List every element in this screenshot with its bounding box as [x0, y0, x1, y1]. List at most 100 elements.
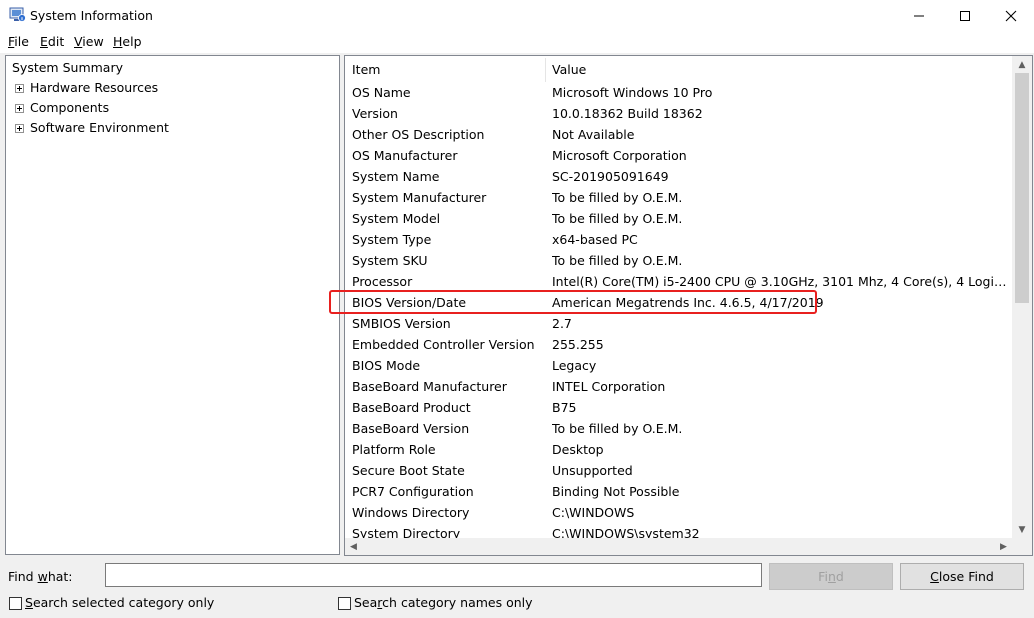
row-value-cell: B75: [552, 400, 577, 415]
close-window-button[interactable]: [988, 0, 1034, 31]
scroll-up-icon[interactable]: ▲: [1012, 56, 1032, 73]
row-value-cell: To be filled by O.E.M.: [552, 190, 683, 205]
table-row[interactable]: BIOS Mode Legacy: [345, 356, 1012, 377]
close-find-button[interactable]: Close Find: [900, 563, 1024, 590]
row-value-cell: SC-201905091649: [552, 169, 669, 184]
row-item-cell: System Name: [352, 169, 440, 184]
row-item-cell: BIOS Mode: [352, 358, 421, 373]
row-item-cell: System SKU: [352, 253, 428, 268]
row-value-cell: To be filled by O.E.M.: [552, 253, 683, 268]
row-item-cell: BaseBoard Product: [352, 400, 471, 415]
table-row[interactable]: OS Manufacturer Microsoft Corporation: [345, 146, 1012, 167]
table-row[interactable]: Secure Boot State Unsupported: [345, 461, 1012, 482]
row-item-cell: System Manufacturer: [352, 190, 487, 205]
table-row[interactable]: System Name SC-201905091649: [345, 167, 1012, 188]
tree-item-components[interactable]: Components: [30, 99, 109, 117]
row-item-cell: System Type: [352, 232, 432, 247]
row-value-cell: Microsoft Corporation: [552, 148, 687, 163]
column-header-value[interactable]: Value: [552, 62, 586, 77]
table-row[interactable]: System SKU To be filled by O.E.M.: [345, 251, 1012, 272]
table-row[interactable]: BaseBoard Manufacturer INTEL Corporation: [345, 377, 1012, 398]
minimize-button[interactable]: [896, 0, 942, 31]
row-value-cell: To be filled by O.E.M.: [552, 211, 683, 226]
row-value-cell: Intel(R) Core(TM) i5-2400 CPU @ 3.10GHz,…: [552, 274, 1008, 289]
row-value-cell: Binding Not Possible: [552, 484, 680, 499]
column-header-item[interactable]: Item: [352, 62, 380, 77]
maximize-icon: [960, 10, 970, 21]
menu-edit[interactable]: Edit: [40, 34, 64, 49]
table-row[interactable]: Processor Intel(R) Core(TM) i5-2400 CPU @…: [345, 272, 1012, 293]
table-row[interactable]: PCR7 Configuration Binding Not Possible: [345, 482, 1012, 503]
search-names-label[interactable]: Search category names only: [354, 595, 533, 610]
row-item-cell: BIOS Version/Date: [352, 295, 467, 310]
tree-item-hardware-resources[interactable]: Hardware Resources: [30, 79, 158, 97]
table-row[interactable]: BaseBoard Product B75: [345, 398, 1012, 419]
row-item-cell: Platform Role: [352, 442, 436, 457]
row-item-cell: Processor: [352, 274, 413, 289]
table-row[interactable]: Embedded Controller Version 255.255: [345, 335, 1012, 356]
row-value-cell: INTEL Corporation: [552, 379, 666, 394]
table-row[interactable]: BIOS Version/Date American Megatrends Inc…: [345, 293, 1012, 314]
row-value-cell: Microsoft Windows 10 Pro: [552, 85, 713, 100]
menu-bar: File Edit View Help: [0, 31, 1034, 53]
row-item-cell: System Model: [352, 211, 441, 226]
tree-item-software-environment[interactable]: Software Environment: [30, 119, 169, 137]
tree-item-system-summary[interactable]: System Summary: [10, 59, 125, 77]
row-item-cell: PCR7 Configuration: [352, 484, 474, 499]
row-item-cell: Windows Directory: [352, 505, 470, 520]
close-icon: [1005, 10, 1017, 21]
system-information-icon: [9, 7, 26, 22]
table-row[interactable]: Version 10.0.18362 Build 18362: [345, 104, 1012, 125]
table-row[interactable]: BaseBoard Version To be filled by O.E.M.: [345, 419, 1012, 440]
find-what-input[interactable]: [105, 563, 762, 587]
table-row[interactable]: Windows Directory C:\WINDOWS: [345, 503, 1012, 524]
scrollbar-corner: [1012, 538, 1032, 555]
menu-view[interactable]: View: [74, 34, 104, 49]
expand-icon[interactable]: [15, 124, 24, 133]
search-selected-checkbox[interactable]: [9, 597, 22, 610]
scroll-right-icon[interactable]: ▶: [995, 538, 1012, 555]
scroll-left-icon[interactable]: ◀: [345, 538, 362, 555]
row-value-cell: Legacy: [552, 358, 597, 373]
row-item-cell: Secure Boot State: [352, 463, 465, 478]
row-value-cell: American Megatrends Inc. 4.6.5, 4/17/201…: [552, 295, 824, 310]
row-value-cell: x64-based PC: [552, 232, 638, 247]
column-divider[interactable]: [545, 58, 546, 82]
table-row[interactable]: OS Name Microsoft Windows 10 Pro: [345, 83, 1012, 104]
category-tree[interactable]: System Summary Hardware Resources Compon…: [5, 55, 340, 555]
table-row[interactable]: Platform Role Desktop: [345, 440, 1012, 461]
list-header: Item Value: [345, 56, 1012, 83]
find-button[interactable]: Fi n d: [769, 563, 893, 590]
row-value-cell: To be filled by O.E.M.: [552, 421, 683, 436]
title-bar: System Information: [0, 0, 1034, 31]
table-row[interactable]: System Type x64-based PC: [345, 230, 1012, 251]
table-row[interactable]: SMBIOS Version 2.7: [345, 314, 1012, 335]
search-names-checkbox[interactable]: [338, 597, 351, 610]
vertical-scroll-thumb[interactable]: [1015, 73, 1029, 303]
menu-help[interactable]: Help: [113, 34, 142, 49]
row-item-cell: OS Name: [352, 85, 411, 100]
table-row[interactable]: System Model To be filled by O.E.M.: [345, 209, 1012, 230]
row-value-cell: 10.0.18362 Build 18362: [552, 106, 703, 121]
row-item-cell: SMBIOS Version: [352, 316, 451, 331]
vertical-scrollbar[interactable]: ▲ ▼: [1012, 56, 1032, 538]
minimize-icon: [914, 15, 924, 16]
row-value-cell: 255.255: [552, 337, 604, 352]
row-value-cell: 2.7: [552, 316, 572, 331]
row-item-cell: Other OS Description: [352, 127, 485, 142]
details-list[interactable]: Item Value OS Name Microsoft Windows 10 P…: [344, 55, 1033, 556]
row-item-cell: BaseBoard Version: [352, 421, 470, 436]
maximize-button[interactable]: [942, 0, 988, 31]
table-row[interactable]: Other OS Description Not Available: [345, 125, 1012, 146]
horizontal-scrollbar[interactable]: ◀ ▶: [345, 538, 1012, 555]
row-item-cell: OS Manufacturer: [352, 148, 458, 163]
table-row[interactable]: System Manufacturer To be filled by O.E.M…: [345, 188, 1012, 209]
row-item-cell: BaseBoard Manufacturer: [352, 379, 507, 394]
expand-icon[interactable]: [15, 104, 24, 113]
expand-icon[interactable]: [15, 84, 24, 93]
search-selected-label[interactable]: Search selected category only: [25, 595, 214, 610]
row-value-cell: Not Available: [552, 127, 635, 142]
scroll-down-icon[interactable]: ▼: [1012, 521, 1032, 538]
menu-file[interactable]: File: [8, 34, 29, 49]
find-what-label: Find what:: [8, 569, 73, 584]
